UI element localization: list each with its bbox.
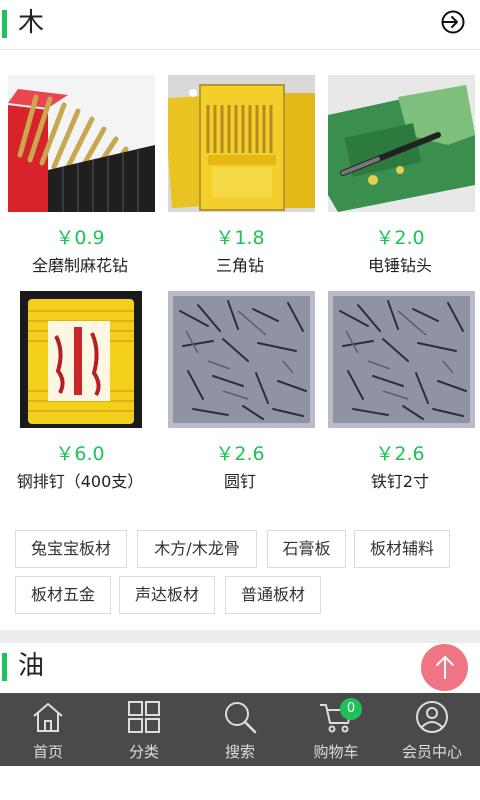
- tag-gypsum-board[interactable]: 石膏板: [267, 530, 346, 568]
- arrow-up-icon: [436, 656, 454, 679]
- product-name: 钢排钉（400支）: [16, 472, 144, 491]
- product-price: ￥2.0: [375, 227, 425, 249]
- tab-label: 购物车: [313, 743, 359, 761]
- product-image: [20, 291, 142, 428]
- section-accent-bar: [2, 653, 7, 681]
- tab-label: 首页: [32, 743, 63, 761]
- product-image: [328, 291, 475, 428]
- product-image: [328, 75, 475, 212]
- tag-timber-keel[interactable]: 木方/木龙骨: [137, 530, 257, 568]
- product-price: ￥2.6: [215, 443, 265, 465]
- product-price: ￥1.8: [215, 227, 265, 249]
- tag-regular-board[interactable]: 普通板材: [225, 576, 321, 614]
- product-price: ￥0.9: [55, 227, 105, 249]
- product-card[interactable]: ￥6.0 钢排钉（400支）: [0, 266, 160, 491]
- tab-cart[interactable]: 购物车: [288, 693, 384, 766]
- product-image: [8, 75, 155, 212]
- section-header: 油: [0, 643, 480, 693]
- product-card[interactable]: ￥2.6 铁钉2寸: [320, 266, 480, 491]
- back-to-top-button[interactable]: [421, 644, 468, 691]
- user-icon: [416, 701, 448, 733]
- tab-label: 搜索: [224, 743, 255, 761]
- home-icon: [33, 703, 63, 732]
- product-card[interactable]: ￥2.0 电锤钻头: [320, 50, 480, 275]
- product-price: ￥2.6: [375, 443, 425, 465]
- product-image: [168, 291, 315, 428]
- tab-label: 会员中心: [401, 743, 462, 761]
- section-header: 木: [0, 0, 480, 50]
- tag-board-accessories[interactable]: 板材辅料: [354, 530, 450, 568]
- bottom-spacer: [0, 766, 480, 800]
- tag-shengda-board[interactable]: 声达板材: [119, 576, 215, 614]
- product-name: 圆钉: [223, 472, 256, 491]
- product-card[interactable]: ￥1.8 三角钻: [160, 50, 320, 275]
- tag-board-hardware[interactable]: 板材五金: [15, 576, 111, 614]
- more-arrow-icon[interactable]: [440, 9, 466, 35]
- tab-category[interactable]: 分类: [96, 693, 192, 766]
- product-image: [168, 75, 315, 212]
- product-price: ￥6.0: [55, 443, 105, 465]
- tab-search[interactable]: 搜索: [192, 693, 288, 766]
- category-section-wood: 木 ￥0.9 全磨制麻花钻 ￥1.8 三角钻 ￥2.0 电锤钻头 ￥6.0 钢排…: [0, 0, 480, 630]
- tab-label: 分类: [128, 743, 159, 761]
- section-title: 油: [18, 651, 45, 681]
- search-icon: [225, 702, 257, 734]
- category-grid-icon: [128, 701, 160, 733]
- section-accent-bar: [2, 10, 7, 38]
- cart-count-badge: 0: [340, 698, 362, 720]
- bottom-tab-bar: 首页 分类 搜索 购物车 会员中心: [0, 693, 480, 766]
- product-card[interactable]: ￥2.6 圆钉: [160, 266, 320, 491]
- category-section-paint: 油: [0, 643, 480, 693]
- section-title: 木: [18, 8, 45, 38]
- product-name: 铁钉2寸: [370, 472, 430, 491]
- product-card[interactable]: ￥0.9 全磨制麻花钻: [0, 50, 160, 275]
- tab-home[interactable]: 首页: [0, 693, 96, 766]
- tab-member-center[interactable]: 会员中心: [384, 693, 480, 766]
- tag-tubaobao-board[interactable]: 兔宝宝板材: [15, 530, 127, 568]
